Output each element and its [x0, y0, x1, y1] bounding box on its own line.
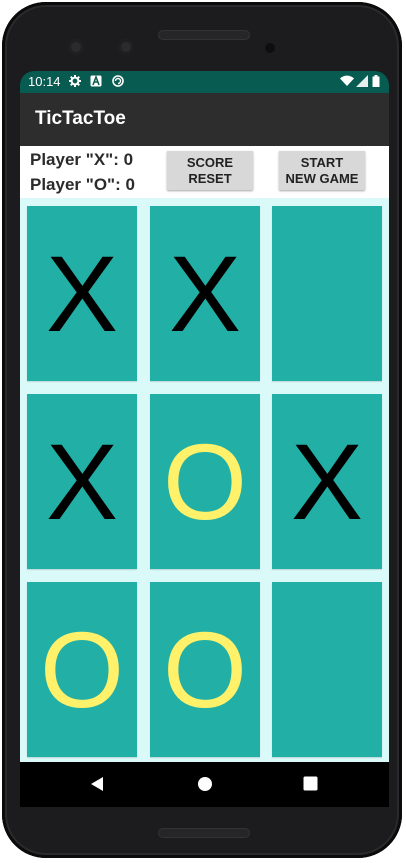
a-icon — [90, 75, 102, 87]
screen: 10:14 TicTacToe Player "X": 0 Player "O"… — [20, 71, 389, 807]
board-cell-4[interactable]: X — [27, 394, 137, 569]
new-game-button[interactable]: START NEW GAME — [279, 151, 365, 190]
board-cell-3[interactable] — [272, 206, 382, 381]
board-cell-1[interactable]: X — [27, 206, 137, 381]
wifi-icon — [340, 75, 354, 86]
app-bar: TicTacToe — [20, 93, 389, 146]
signal-icon — [356, 75, 368, 87]
navigation-bar — [20, 762, 389, 807]
back-icon[interactable] — [90, 776, 104, 792]
circle-icon — [112, 75, 124, 87]
board-cell-9[interactable] — [272, 582, 382, 757]
status-bar: 10:14 — [20, 71, 389, 93]
score-reset-button[interactable]: SCORE RESET — [167, 151, 253, 190]
board-cell-2[interactable]: X — [150, 206, 260, 381]
proximity-sensor — [265, 43, 275, 53]
status-time: 10:14 — [28, 74, 61, 89]
camera-right — [118, 39, 134, 55]
content-area: Player "X": 0 Player "O": 0 SCORE RESET … — [20, 146, 389, 762]
camera-left — [68, 39, 84, 55]
board-cell-8[interactable]: O — [150, 582, 260, 757]
app-title: TicTacToe — [35, 108, 126, 129]
board-cell-6[interactable]: X — [272, 394, 382, 569]
bottom-speaker — [158, 828, 250, 838]
recents-icon[interactable] — [303, 776, 318, 791]
phone-frame: 10:14 TicTacToe Player "X": 0 Player "O"… — [2, 2, 402, 858]
gear-icon — [69, 75, 81, 87]
player-x-score: Player "X": 0 — [30, 150, 134, 169]
board-cell-5[interactable]: O — [150, 394, 260, 569]
top-speaker — [158, 30, 250, 40]
home-icon[interactable] — [197, 776, 213, 792]
game-board: X X X O X O O — [20, 198, 389, 762]
board-cell-7[interactable]: O — [27, 582, 137, 757]
battery-icon — [372, 75, 380, 87]
player-o-score: Player "O": 0 — [30, 175, 135, 194]
